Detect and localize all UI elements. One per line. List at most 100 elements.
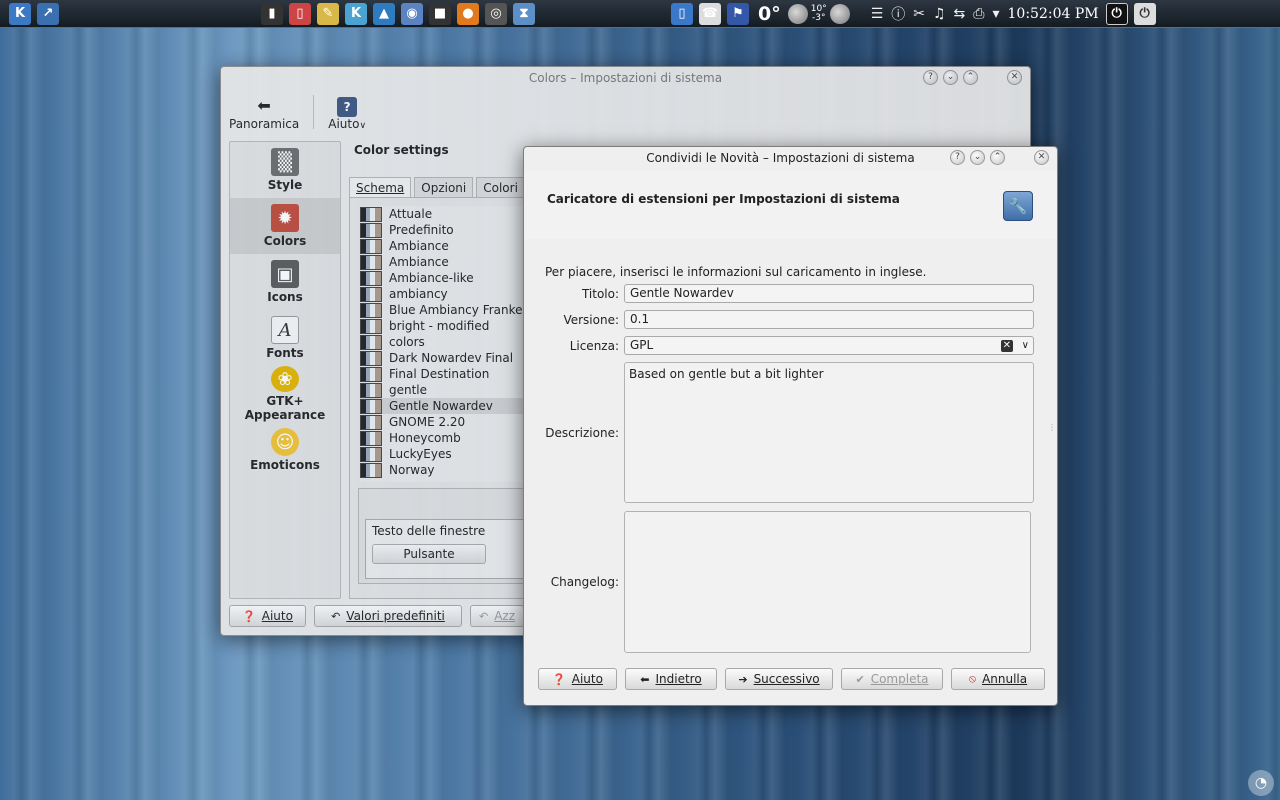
preview-window: Testo delle finestre Pulsante [365, 519, 530, 579]
dialog-titlebar[interactable]: Condividi le Novità – Impostazioni di si… [524, 147, 1057, 169]
azz-button[interactable]: ↶ Azz [470, 605, 525, 627]
scheme-swatch-icon [360, 206, 382, 222]
scheme-list[interactable]: Attuale Predefinito Ambiance Ambiance Ambian… [360, 206, 530, 482]
help-label-wrap: Aiuto∨ [328, 117, 366, 131]
scheme-name: bright - modified [389, 319, 490, 333]
scissors-icon[interactable]: ✂ [913, 3, 925, 25]
list-item[interactable]: GNOME 2.20 [360, 414, 530, 430]
clear-text-icon[interactable]: ✕ [1000, 340, 1013, 352]
keyboard-layout-flag-icon[interactable]: ⚑ [727, 2, 749, 25]
notes-icon[interactable]: ✎ [317, 2, 339, 25]
back-button[interactable]: ⬅ Indietro [625, 668, 717, 690]
help-menu-button[interactable]: ? Aiuto∨ [328, 95, 366, 131]
media-player-icon[interactable]: ● [457, 2, 479, 25]
kde-app-icon[interactable]: K [345, 2, 367, 25]
window-title: Colors – Impostazioni di sistema [528, 71, 723, 85]
scheme-name: Ambiance-like [389, 271, 474, 285]
sidebar-item-icons[interactable]: ▣ Icons [230, 254, 340, 310]
list-item[interactable]: Blue Ambiancy Franke [360, 302, 530, 318]
sidebar-item-colors[interactable]: ✹ Colors [230, 198, 340, 254]
title-input[interactable]: Gentle Nowardev [624, 284, 1034, 303]
sidebar-item-gtk-appearance[interactable]: ❀ GTK+ Appearance [230, 366, 340, 422]
finish-button[interactable]: ✔ Completa [841, 668, 943, 690]
webcam-icon[interactable]: ◎ [485, 2, 507, 25]
weather-temperature[interactable]: 0° [758, 3, 781, 25]
desktop-toolbox-icon[interactable]: ◔ [1248, 770, 1274, 796]
bookmark-tray-icon[interactable]: ▯ [671, 2, 693, 25]
help-title-icon[interactable]: ? [950, 150, 965, 165]
help-button[interactable]: ❓ Aiuto [538, 668, 617, 690]
desktop-icon[interactable]: ↗ [37, 2, 59, 25]
chevron-down-icon[interactable]: ∨ [1022, 338, 1029, 353]
info-icon[interactable]: ⓘ [891, 3, 905, 25]
list-item[interactable]: Gentle Nowardev [360, 398, 530, 414]
scheme-name: Honeycomb [389, 431, 461, 445]
list-item[interactable]: bright - modified [360, 318, 530, 334]
list-item[interactable]: Final Destination [360, 366, 530, 382]
tab-colori[interactable]: Colori [476, 177, 525, 198]
gtk-gnome-foot-icon: ❀ [271, 366, 299, 392]
list-item[interactable]: Honeycomb [360, 430, 530, 446]
valori-predefiniti-button[interactable]: ↶ Valori predefiniti [314, 605, 462, 627]
hourglass-icon[interactable]: ⧗ [513, 2, 535, 25]
sidebar-item-fonts[interactable]: A Fonts [230, 310, 340, 366]
license-combobox[interactable]: GPL ✕ ∨ [624, 336, 1034, 355]
aiuto-button[interactable]: ❓ Aiuto [229, 605, 306, 627]
printer-icon[interactable]: ⎙ [973, 3, 984, 25]
weather-low: -3° [811, 12, 826, 23]
tab-schema[interactable]: Schema [349, 177, 412, 198]
sidebar-item-label: Style [267, 178, 303, 192]
list-item[interactable]: ambiancy [360, 286, 530, 302]
volume-icon[interactable]: ♫ [933, 3, 946, 25]
dialog-header: Caricatore di estensioni per Impostazion… [524, 171, 1057, 239]
colors-toolbar: ⬅ Panoramica ? Aiuto∨ [221, 89, 1030, 137]
scheme-name: Attuale [389, 207, 433, 221]
list-item[interactable]: Ambiance [360, 238, 530, 254]
clipboard-icon[interactable]: ▮ [261, 2, 283, 25]
tab-opzioni[interactable]: Opzioni [414, 177, 474, 198]
resize-grip-icon[interactable]: ⋮ [1048, 423, 1056, 432]
version-input[interactable]: 0.1 [624, 310, 1034, 329]
close-icon[interactable]: ✕ [1034, 150, 1049, 165]
list-item[interactable]: Ambiance [360, 254, 530, 270]
maximize-icon[interactable]: ⌃ [990, 150, 1005, 165]
help-title-icon[interactable]: ? [923, 70, 938, 85]
list-item[interactable]: Ambiance-like [360, 270, 530, 286]
sidebar-item-style[interactable]: ▒ Style [230, 142, 340, 198]
window-buttons: ? ⌄ ⌃ ✕ [923, 70, 1022, 85]
list-item[interactable]: gentle [360, 382, 530, 398]
clock[interactable]: 10:52:04 PM [1008, 6, 1099, 22]
list-item[interactable]: Attuale [360, 206, 530, 222]
minimize-icon[interactable]: ⌄ [970, 150, 985, 165]
minimize-icon[interactable]: ⌄ [943, 70, 958, 85]
system-monitor-icon[interactable]: ▲ [373, 2, 395, 25]
usb-icon[interactable]: ⇆ [954, 3, 966, 25]
kde-menu-icon[interactable]: K [9, 2, 31, 25]
phone-icon[interactable]: ☎ [699, 2, 721, 25]
toolbar-separator [313, 95, 315, 129]
description-textarea[interactable]: Based on gentle but a bit lighter [624, 362, 1034, 503]
terminal-icon[interactable]: ■ [429, 2, 451, 25]
next-button[interactable]: ➔ Successivo [725, 668, 833, 690]
window-list-icon[interactable]: ☰ [871, 3, 884, 25]
bookmark-icon[interactable]: ▯ [289, 2, 311, 25]
maximize-icon[interactable]: ⌃ [963, 70, 978, 85]
list-item[interactable]: LuckyEyes [360, 446, 530, 462]
list-item[interactable]: colors [360, 334, 530, 350]
sidebar-item-label: Fonts [266, 346, 304, 360]
sidebar-item-emoticons[interactable]: ☺ Emoticons [230, 422, 340, 478]
list-item[interactable]: Predefinito [360, 222, 530, 238]
cancel-button[interactable]: ⦸ Annulla [951, 668, 1045, 690]
changelog-textarea[interactable] [624, 511, 1031, 653]
screenshot-icon[interactable]: ◉ [401, 2, 423, 25]
list-item[interactable]: Dark Nowardev Final [360, 350, 530, 366]
sidebar-item-label: Colors [263, 234, 307, 248]
overview-button[interactable]: ⬅ Panoramica [229, 95, 299, 131]
dialog-header-title: Caricatore di estensioni per Impostazion… [547, 192, 900, 206]
colors-titlebar[interactable]: Colors – Impostazioni di sistema ? ⌄ ⌃ ✕ [221, 67, 1030, 89]
list-item[interactable]: Norway [360, 462, 530, 478]
close-icon[interactable]: ✕ [1007, 70, 1022, 85]
power-icon[interactable]: ⏻ [1133, 2, 1156, 25]
logout-icon[interactable]: ⏻ [1105, 2, 1128, 25]
tray-expand-icon[interactable]: ▾ [992, 3, 999, 25]
